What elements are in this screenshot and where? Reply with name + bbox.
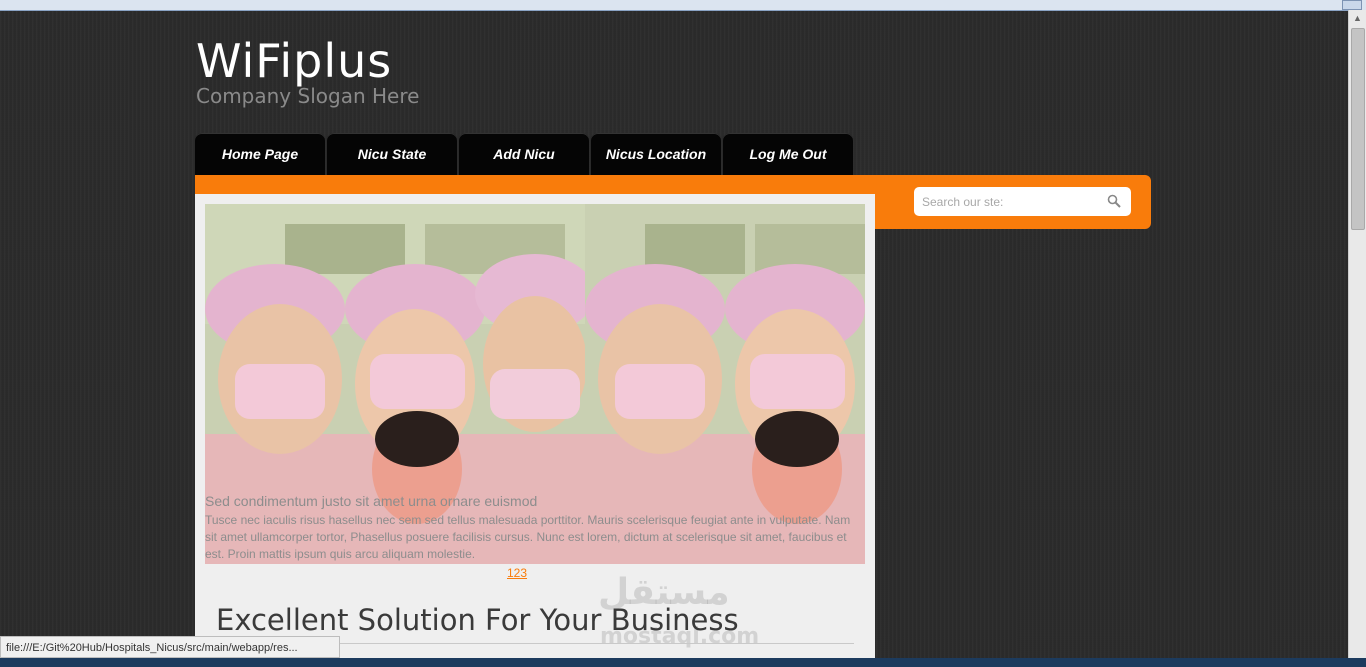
nav-add-nicu[interactable]: Add Nicu [459,133,589,175]
main-navigation: Home Page Nicu State Add Nicu Nicus Loca… [195,133,855,175]
window-close-button[interactable] [1342,0,1362,10]
browser-title-bar [0,0,1366,11]
page-scrollbar[interactable]: ▲ [1348,10,1366,667]
slide-caption-text: Tusce nec iaculis risus hasellus nec sem… [205,513,851,561]
nav-home-page[interactable]: Home Page [195,133,325,175]
nav-log-me-out[interactable]: Log Me Out [723,133,853,175]
image-slider[interactable] [205,204,865,564]
scroll-thumb[interactable] [1351,28,1365,230]
site-slogan: Company Slogan Here [196,84,420,108]
search-box [914,187,1131,216]
section-heading: Excellent Solution For Your Business [216,603,739,637]
nav-nicus-location[interactable]: Nicus Location [591,133,721,175]
scroll-up-arrow-icon[interactable]: ▲ [1349,10,1366,26]
slide-photo-nurses-with-baby [205,204,585,564]
magnifier-icon[interactable] [1107,194,1121,208]
search-input[interactable] [920,192,1104,212]
slide-photo-nurses-with-baby-next [585,204,865,564]
slide-caption-title: Sed condimentum justo sit amet urna orna… [205,493,538,509]
site-logo[interactable]: WiFiplus [196,34,392,88]
os-taskbar [0,658,1366,667]
browser-status-bar: file:///E:/Git%20Hub/Hospitals_Nicus/src… [0,636,340,658]
nav-nicu-state[interactable]: Nicu State [327,133,457,175]
slider-pager-links[interactable]: 123 [507,566,527,580]
